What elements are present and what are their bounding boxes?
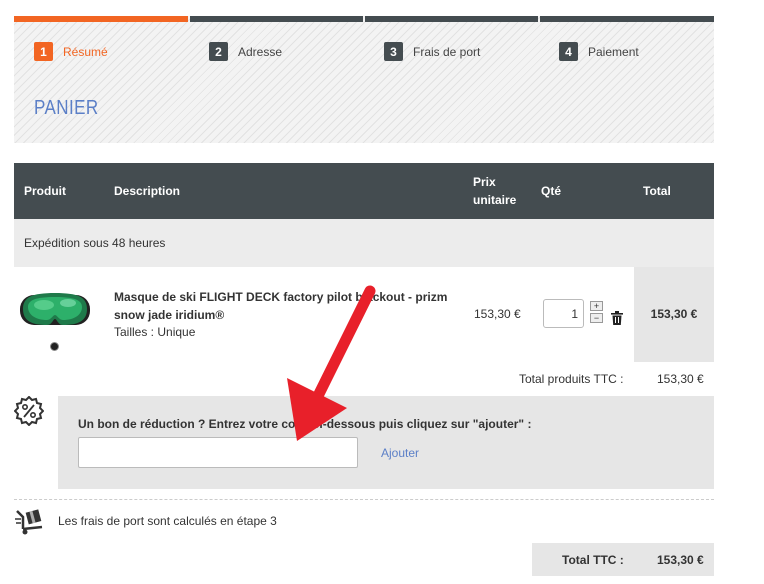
- grand-total-box: Total TTC : 153,30 €: [532, 543, 714, 576]
- coupon-code-input[interactable]: [78, 437, 358, 468]
- table-row: Masque de ski FLIGHT DECK factory pilot …: [14, 267, 714, 362]
- step-label: Résumé: [63, 44, 108, 59]
- step-label: Frais de port: [413, 44, 481, 59]
- trash-icon[interactable]: [611, 311, 623, 325]
- qty-increase-button[interactable]: +: [590, 301, 603, 311]
- shipping-group-label: Expédition sous 48 heures: [24, 236, 166, 250]
- delivery-box-icon: [15, 509, 43, 535]
- product-unit-price: 153,30 €: [474, 307, 521, 321]
- step-address[interactable]: 2 Adresse: [209, 42, 282, 61]
- step-progress-bar-3: [365, 16, 538, 22]
- header-qty: Qté: [541, 184, 562, 198]
- product-name[interactable]: Masque de ski FLIGHT DECK factory pilot …: [114, 288, 459, 324]
- coupon-panel: Un bon de réduction ? Entrez votre code …: [58, 396, 714, 489]
- step-number: 1: [34, 42, 53, 61]
- step-summary[interactable]: 1 Résumé: [34, 42, 108, 61]
- step-progress-bar-1: [14, 16, 188, 22]
- header-product: Produit: [24, 184, 66, 198]
- header-unit-price-line2: unitaire: [473, 193, 517, 207]
- subtotal-value: 153,30 €: [657, 372, 704, 386]
- page-title: PANIER: [34, 97, 99, 119]
- qty-decrease-button[interactable]: −: [590, 313, 603, 323]
- shipping-note: Les frais de port sont calculés en étape…: [58, 514, 277, 528]
- step-payment[interactable]: 4 Paiement: [559, 42, 639, 61]
- grand-total-label: Total TTC :: [562, 553, 624, 567]
- color-swatch: [50, 342, 59, 351]
- product-total: 153,30 €: [634, 267, 714, 362]
- header-unit-price-line1: Prix: [473, 175, 496, 189]
- coupon-add-link[interactable]: Ajouter: [381, 446, 419, 460]
- step-number: 2: [209, 42, 228, 61]
- checkout-steps: 1 Résumé 2 Adresse 3 Frais de port 4 Pai…: [14, 16, 714, 143]
- product-size: Tailles : Unique: [114, 325, 196, 339]
- step-number: 4: [559, 42, 578, 61]
- percent-badge-icon: [14, 396, 44, 426]
- coupon-label: Un bon de réduction ? Entrez votre code …: [78, 417, 532, 431]
- step-progress-bar-4: [540, 16, 714, 22]
- step-label: Paiement: [588, 44, 639, 59]
- step-label: Adresse: [238, 44, 283, 59]
- step-shipping[interactable]: 3 Frais de port: [384, 42, 480, 61]
- step-number: 3: [384, 42, 403, 61]
- step-progress-bar-2: [190, 16, 363, 22]
- grand-total-value: 153,30 €: [657, 553, 704, 567]
- quantity-input[interactable]: [543, 299, 584, 328]
- divider: [14, 499, 714, 500]
- subtotal-label: Total produits TTC :: [519, 372, 624, 386]
- cart-table-header: Produit Description Prix unitaire Qté To…: [14, 163, 714, 219]
- header-total: Total: [643, 184, 671, 198]
- product-image[interactable]: [18, 287, 92, 331]
- header-description: Description: [114, 184, 181, 198]
- shipping-group-row: Expédition sous 48 heures: [14, 219, 714, 267]
